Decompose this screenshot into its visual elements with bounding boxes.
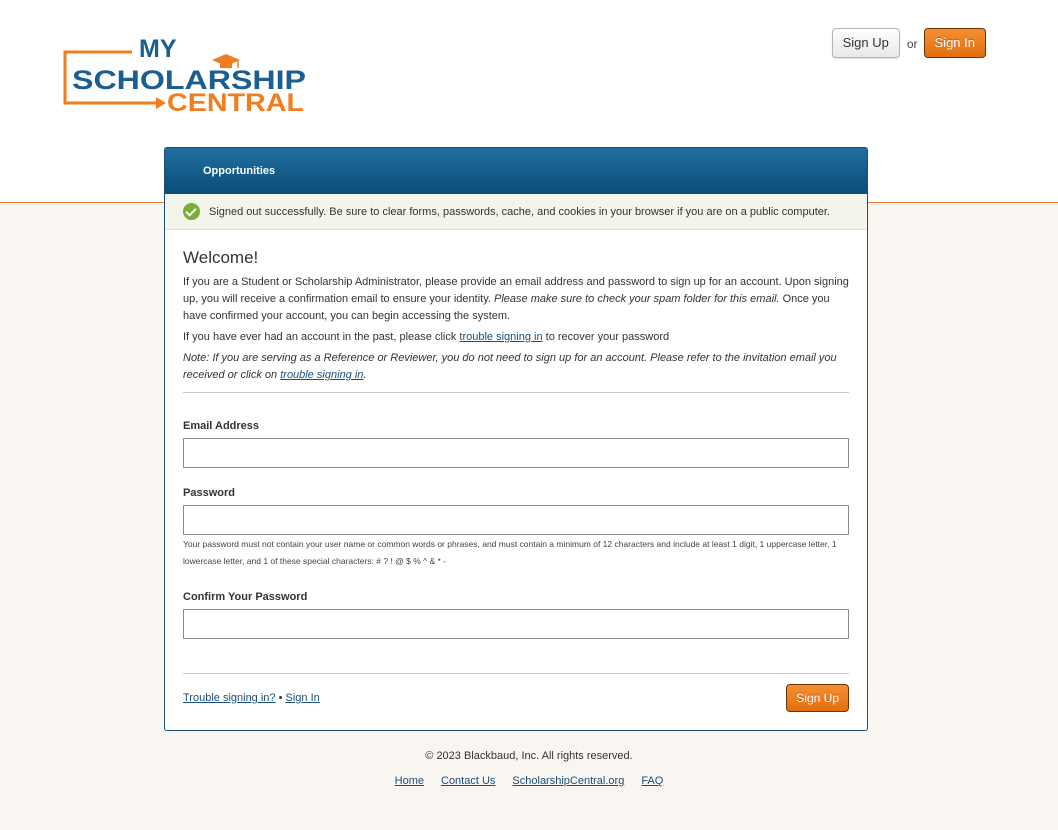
reviewer-note: Note: If you are serving as a Reference … — [183, 350, 849, 384]
logo-central: CENTRAL — [167, 89, 304, 116]
alert-message: Signed out successfully. Be sure to clea… — [209, 205, 830, 218]
signup-submit-button[interactable]: Sign Up — [786, 684, 849, 712]
header-actions: Sign Up or Sign In — [831, 28, 986, 58]
footer-link-scholarshipcentral[interactable]: ScholarshipCentral.org — [512, 775, 624, 787]
nav-bar: Opportunities — [165, 148, 867, 194]
form-footer: Trouble signing in? • Sign In Sign Up — [183, 684, 849, 712]
footer-link-contact-us[interactable]: Contact Us — [441, 775, 495, 787]
email-field[interactable] — [183, 438, 849, 468]
confirm-password-field[interactable] — [183, 609, 849, 639]
check-circle-icon — [183, 203, 200, 220]
header-signup-button[interactable]: Sign Up — [831, 28, 900, 58]
footer-link-home[interactable]: Home — [395, 775, 424, 787]
form-divider — [183, 673, 849, 674]
trouble-signing-in-link[interactable]: trouble signing in — [459, 331, 542, 343]
tab-opportunities[interactable]: Opportunities — [203, 148, 275, 194]
reviewer-note-tail: . — [363, 369, 367, 381]
page-footer: © 2023 Blackbaud, Inc. All rights reserv… — [0, 750, 1058, 787]
signout-alert: Signed out successfully. Be sure to clea… — [165, 194, 867, 230]
recover-text: If you have ever had an account in the p… — [183, 331, 460, 343]
email-label: Email Address — [183, 420, 260, 432]
reviewer-trouble-link[interactable]: trouble signing in — [280, 369, 363, 381]
header-signin-button[interactable]: Sign In — [923, 28, 986, 58]
trouble-signing-in-footer-link[interactable]: Trouble signing in? — [183, 692, 276, 704]
password-hint: Your password must not contain your user… — [183, 539, 837, 566]
signin-footer-link[interactable]: Sign In — [286, 692, 320, 704]
recover-tail: to recover your password — [542, 331, 670, 343]
password-field[interactable] — [183, 505, 849, 535]
spam-folder-note: Please make sure to check your spam fold… — [494, 293, 780, 305]
form-footer-links: Trouble signing in? • Sign In — [183, 692, 320, 704]
logo-my: MY — [139, 36, 177, 63]
signup-content: Welcome! If you are a Student or Scholar… — [165, 230, 867, 712]
footer-link-faq[interactable]: FAQ — [641, 775, 663, 787]
copyright-text: © 2023 Blackbaud, Inc. All rights reserv… — [425, 750, 633, 762]
confirm-password-label: Confirm Your Password — [183, 591, 308, 603]
footer-links: Home Contact Us ScholarshipCentral.org F… — [0, 775, 1058, 787]
intro-paragraph: If you are a Student or Scholarship Admi… — [183, 274, 849, 325]
password-label: Password — [183, 487, 235, 499]
my-scholarship-central-logo[interactable]: MY SCHOLARSHIP CENTRAL — [62, 36, 308, 116]
or-text: or — [906, 37, 918, 51]
divider — [183, 392, 849, 393]
recover-paragraph: If you have ever had an account in the p… — [183, 329, 849, 346]
link-separator: • — [278, 692, 283, 704]
logo-graphic: MY SCHOLARSHIP CENTRAL — [63, 36, 306, 116]
welcome-title: Welcome! — [183, 248, 259, 267]
signup-panel: Opportunities Signed out successfully. B… — [164, 147, 868, 731]
